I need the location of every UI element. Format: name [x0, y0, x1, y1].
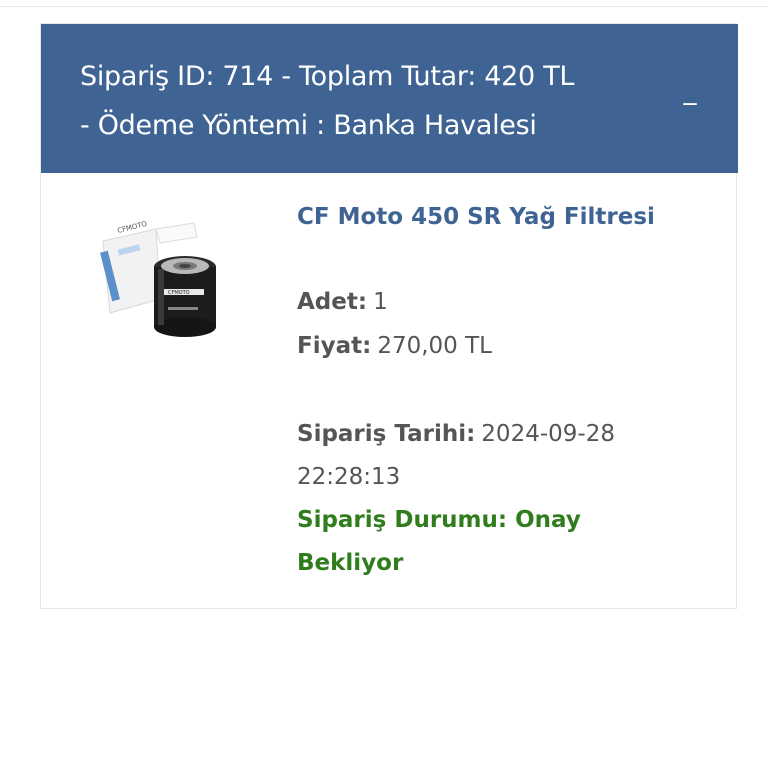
order-date-value: 2024-09-28	[481, 421, 615, 447]
quantity-label: Adet:	[297, 289, 368, 315]
quantity-value: 1	[373, 289, 388, 315]
order-time-line: 22:28:13	[297, 462, 400, 492]
order-date-line: Sipariş Tarihi: 2024-09-28	[297, 419, 615, 449]
product-name-link[interactable]: CF Moto 450 SR Yağ Filtresi	[297, 202, 655, 232]
quantity-line: Adet: 1	[297, 287, 388, 317]
svg-text:CFMOTO: CFMOTO	[168, 290, 190, 296]
order-summary-line-2: - Ödeme Yöntemi : Banka Havalesi	[80, 110, 537, 141]
price-value: 270,00 TL	[377, 333, 492, 359]
order-summary-title: Sipariş ID: 714 - Toplam Tutar: 420 TL -…	[80, 52, 650, 150]
order-status: Sipariş Durumu: Onay Bekliyor	[297, 499, 657, 585]
oil-filter-product-image: CFMOTO CFMOTO	[100, 220, 216, 337]
order-date-label: Sipariş Tarihi:	[297, 421, 476, 447]
price-line: Fiyat: 270,00 TL	[297, 331, 492, 361]
order-header[interactable]: Sipariş ID: 714 - Toplam Tutar: 420 TL -…	[41, 24, 738, 173]
order-summary-line-1: Sipariş ID: 714 - Toplam Tutar: 420 TL	[80, 61, 575, 92]
top-divider	[0, 6, 768, 7]
order-time-value: 22:28:13	[297, 464, 401, 490]
collapse-toggle-icon[interactable]: _	[679, 76, 701, 106]
order-status-label: Sipariş Durumu:	[297, 507, 508, 533]
price-label: Fiyat:	[297, 333, 372, 359]
order-card: Sipariş ID: 714 - Toplam Tutar: 420 TL -…	[40, 23, 738, 609]
